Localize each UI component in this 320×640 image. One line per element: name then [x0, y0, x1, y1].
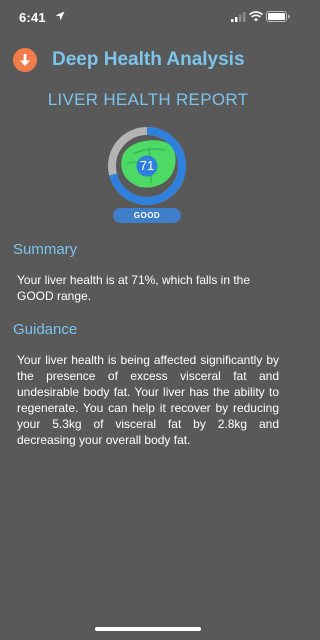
back-button[interactable]: [13, 48, 37, 72]
battery-icon: [266, 11, 290, 22]
cellular-signal-icon: [231, 12, 246, 22]
arrow-down-icon: [20, 54, 30, 66]
summary-heading: Summary: [13, 241, 78, 258]
page-title: Deep Health Analysis: [52, 49, 245, 70]
location-arrow-icon: [55, 11, 65, 21]
gauge-value: 71: [139, 158, 155, 173]
report-title: LIVER HEALTH REPORT: [47, 90, 249, 109]
home-indicator: [95, 627, 201, 631]
status-time: 6:41: [19, 10, 46, 25]
wifi-icon: [249, 11, 263, 22]
guidance-heading: Guidance: [13, 321, 78, 338]
status-bar: 6:41: [0, 0, 296, 34]
guidance-text: Your liver health is being affected sign…: [17, 353, 279, 447]
grade-badge: GOOD: [113, 208, 181, 223]
liver-health-gauge: 71: [107, 126, 187, 206]
summary-text: Your liver health is at 71%, which falls…: [17, 273, 251, 303]
